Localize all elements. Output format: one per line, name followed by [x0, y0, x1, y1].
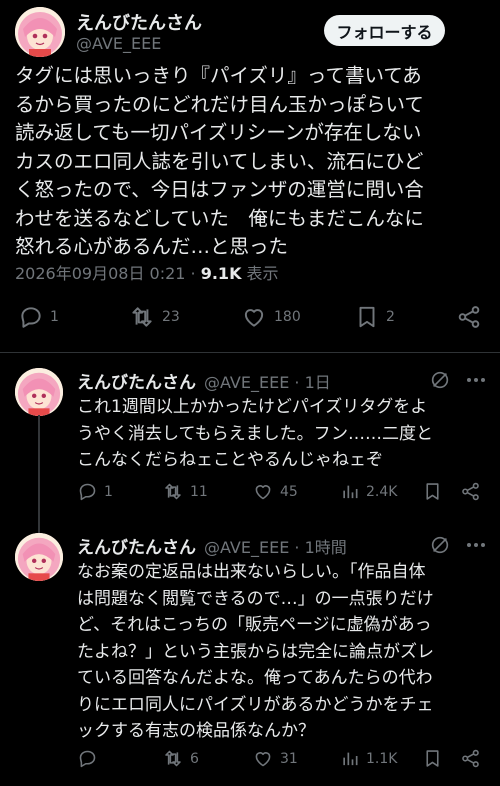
- like-icon: [244, 309, 264, 327]
- bookmark-button[interactable]: [422, 481, 443, 502]
- views-button[interactable]: 1.1K: [340, 748, 397, 769]
- reply-actions: 1 11 45 2.4K: [0, 481, 500, 511]
- grok-icon[interactable]: [429, 534, 451, 556]
- retweet-button[interactable]: 11: [162, 481, 208, 502]
- views-icon: [343, 485, 358, 499]
- divider: [0, 352, 500, 353]
- bookmark-button[interactable]: 2: [354, 304, 395, 330]
- bookmark-count: 2: [386, 309, 395, 325]
- like-button[interactable]: 45: [252, 481, 298, 502]
- reply-button[interactable]: 1: [77, 481, 113, 502]
- like-icon: [255, 752, 271, 767]
- reply-button[interactable]: [77, 748, 104, 769]
- tweet-actions: 1 23 180 2: [0, 304, 500, 334]
- display-name[interactable]: えんびたんさん: [77, 368, 196, 393]
- handle[interactable]: @AVE_EEE: [76, 34, 161, 53]
- reply-icon: [79, 483, 96, 501]
- bookmark-icon: [359, 306, 375, 328]
- avatar[interactable]: [15, 7, 65, 57]
- share-icon: [462, 482, 479, 501]
- views-count: 1.1K: [366, 750, 398, 767]
- reply-count: 1: [50, 309, 59, 325]
- avatar[interactable]: [15, 368, 63, 416]
- retweet-count: 6: [190, 750, 199, 767]
- like-button[interactable]: 180: [240, 304, 301, 330]
- share-button[interactable]: [460, 481, 481, 502]
- retweet-icon: [165, 750, 181, 767]
- like-icon: [255, 485, 271, 500]
- tweet-meta: 2026年09月08日 0:21 · 9.1K 表示: [15, 260, 279, 284]
- more-icon[interactable]: [464, 369, 488, 391]
- more-icon[interactable]: [464, 534, 488, 556]
- share-button[interactable]: [460, 748, 481, 769]
- share-icon: [462, 749, 479, 768]
- handle-time[interactable]: @AVE_EEE · 1日: [204, 369, 331, 393]
- retweet-button[interactable]: 6: [162, 748, 199, 769]
- tweet-text: タグには思いっきり『パイズリ』って書いてあ るから買ったのにどれだけ目ん玉かっぽ…: [15, 64, 424, 258]
- like-count: 180: [274, 309, 301, 325]
- handle-time[interactable]: @AVE_EEE · 1時間: [204, 534, 347, 558]
- reply-text: なお案の定返品は出来ないらしい。「作品自体 は問題なく閲覧できるので…」の一点張…: [77, 562, 434, 741]
- bookmark-icon: [426, 483, 439, 500]
- views-button[interactable]: 2.4K: [340, 481, 397, 502]
- retweet-icon: [165, 483, 181, 500]
- views-count: 9.1K: [200, 264, 242, 283]
- views-icon: [343, 752, 358, 766]
- bookmark-button[interactable]: [422, 748, 443, 769]
- views-count: 2.4K: [366, 483, 398, 500]
- thread-line: [38, 415, 40, 533]
- reply-count: 1: [104, 483, 113, 500]
- follow-button[interactable]: フォローする: [324, 15, 445, 46]
- retweet-count: 23: [162, 309, 180, 325]
- display-name[interactable]: えんびたんさん: [76, 9, 202, 35]
- display-name[interactable]: えんびたんさん: [77, 533, 196, 558]
- share-button[interactable]: [456, 304, 482, 330]
- reply-text: これ1週間以上かかったけどパイズリタグをよ うやく消去してもらえました。フン………: [77, 397, 433, 470]
- avatar[interactable]: [15, 533, 63, 581]
- bookmark-icon: [426, 750, 439, 767]
- reply-icon: [21, 307, 41, 328]
- retweet-button[interactable]: 23: [128, 304, 180, 330]
- views-label: 表示: [241, 264, 279, 283]
- reply-actions: 6 31 1.1K: [0, 748, 500, 778]
- grok-icon[interactable]: [429, 369, 451, 391]
- reply-icon: [79, 750, 96, 768]
- share-icon: [458, 306, 480, 328]
- like-button[interactable]: 31: [252, 748, 298, 769]
- retweet-icon: [132, 307, 152, 327]
- like-count: 45: [280, 483, 298, 500]
- retweet-count: 11: [190, 483, 208, 500]
- reply-button[interactable]: 1: [18, 304, 59, 330]
- like-count: 31: [280, 750, 298, 767]
- timestamp[interactable]: 2026年09月08日 0:21 ·: [15, 264, 201, 283]
